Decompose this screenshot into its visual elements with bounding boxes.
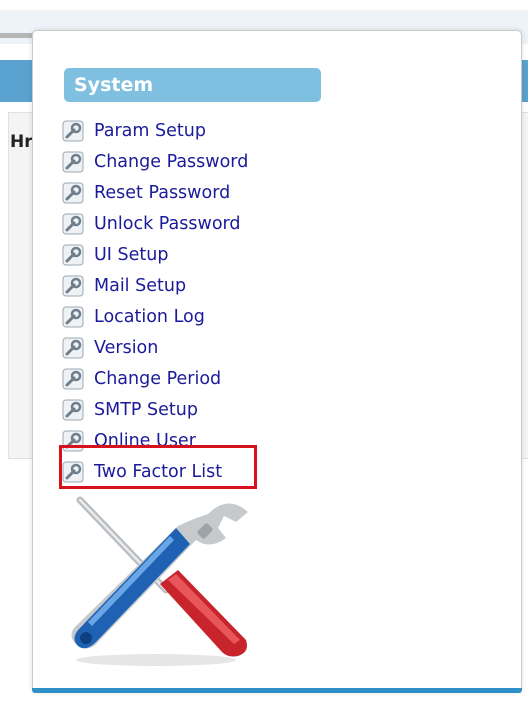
app-toolbar-tab xyxy=(0,33,34,38)
system-menu-list: Param Setup Change Password Reset Passwo… xyxy=(62,115,248,487)
menu-item-change-password[interactable]: Change Password xyxy=(62,146,248,177)
wrench-icon xyxy=(62,213,84,234)
menu-item-version[interactable]: Version xyxy=(62,332,248,363)
menu-item-param-setup[interactable]: Param Setup xyxy=(62,115,248,146)
section-title: System xyxy=(74,74,154,96)
screwdriver-wrench-icon xyxy=(71,496,248,666)
menu-item-change-period[interactable]: Change Period xyxy=(62,363,248,394)
wrench-icon xyxy=(62,120,84,141)
menu-item-label: Unlock Password xyxy=(94,213,241,234)
menu-item-label: Mail Setup xyxy=(94,275,187,296)
wrench-icon xyxy=(62,275,84,296)
popup-bottom-bar xyxy=(32,688,522,693)
wrench-icon xyxy=(62,182,84,203)
menu-item-unlock-password[interactable]: Unlock Password xyxy=(62,208,248,239)
menu-item-label: Version xyxy=(94,337,159,358)
menu-item-reset-password[interactable]: Reset Password xyxy=(62,177,248,208)
menu-item-label: Change Password xyxy=(94,151,249,172)
menu-item-label: UI Setup xyxy=(94,244,169,265)
menu-item-ui-setup[interactable]: UI Setup xyxy=(62,239,248,270)
menu-item-label: SMTP Setup xyxy=(94,399,198,420)
wrench-icon xyxy=(62,244,84,265)
wrench-icon xyxy=(62,151,84,172)
wrench-icon xyxy=(62,368,84,389)
wrench-icon xyxy=(62,306,84,327)
menu-item-location-log[interactable]: Location Log xyxy=(62,301,248,332)
menu-item-label: Change Period xyxy=(94,368,222,389)
wrench-icon xyxy=(62,399,84,420)
menu-item-smtp-setup[interactable]: SMTP Setup xyxy=(62,394,248,425)
menu-item-label: Reset Password xyxy=(94,182,231,203)
app-top-strip xyxy=(0,0,528,10)
highlight-box xyxy=(59,445,257,489)
wrench-icon xyxy=(62,337,84,358)
menu-item-label: Location Log xyxy=(94,306,205,327)
menu-item-label: Param Setup xyxy=(94,120,206,141)
menu-item-mail-setup[interactable]: Mail Setup xyxy=(62,270,248,301)
